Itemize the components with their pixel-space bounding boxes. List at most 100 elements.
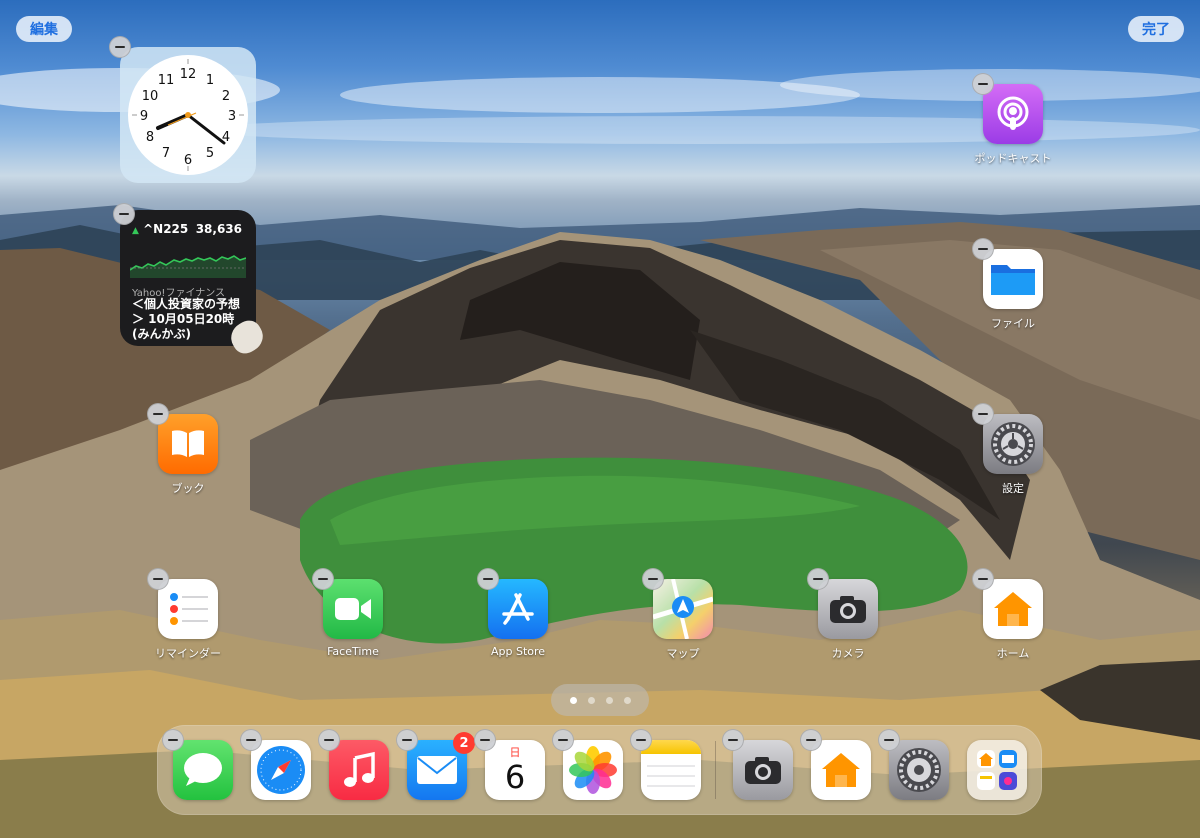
camera-icon xyxy=(818,579,878,639)
clock-hour-hand xyxy=(156,113,190,130)
remove-dock-camera-button[interactable] xyxy=(722,729,744,751)
remove-books-button[interactable] xyxy=(147,403,169,425)
remove-reminders-button[interactable] xyxy=(147,568,169,590)
app-settings[interactable]: 設定 xyxy=(972,403,1043,495)
app-podcasts[interactable]: ポッドキャスト xyxy=(972,73,1052,165)
remove-photos-button[interactable] xyxy=(552,729,574,751)
dock-notes[interactable] xyxy=(630,729,701,800)
app-label-reminders: リマインダー xyxy=(155,647,221,660)
remove-music-button[interactable] xyxy=(318,729,340,751)
remove-dock-settings-button[interactable] xyxy=(878,729,900,751)
up-triangle-icon: ▲ xyxy=(132,226,139,236)
remove-notes-button[interactable] xyxy=(630,729,652,751)
clock-number-3: 3 xyxy=(228,109,236,124)
app-reminders[interactable]: リマインダー xyxy=(147,568,221,660)
dock-camera[interactable] xyxy=(722,729,793,800)
app-label-podcasts: ポッドキャスト xyxy=(974,152,1052,165)
dock-photos[interactable] xyxy=(552,729,623,800)
app-label-camera: カメラ xyxy=(831,647,865,660)
app-app-store[interactable]: App Store xyxy=(477,568,548,658)
mail-unread-badge: 2 xyxy=(453,732,475,754)
dock-messages[interactable] xyxy=(162,729,233,800)
dock-settings[interactable] xyxy=(878,729,949,800)
remove-stocks-widget-button[interactable] xyxy=(113,203,135,225)
compass-icon xyxy=(251,740,311,800)
app-store-icon xyxy=(488,579,548,639)
notes-icon xyxy=(641,740,701,800)
app-home[interactable]: ホーム xyxy=(972,568,1043,660)
clock-number-2: 2 xyxy=(222,89,230,104)
clock-number-12: 12 xyxy=(180,67,197,82)
stock-symbol-text: ^N225 xyxy=(143,222,189,236)
dock-music[interactable] xyxy=(318,729,389,800)
message-bubble-icon xyxy=(173,740,233,800)
remove-camera-button[interactable] xyxy=(807,568,829,590)
gear-icon xyxy=(983,414,1043,474)
app-label-books: ブック xyxy=(171,482,205,495)
app-label-facetime: FaceTime xyxy=(327,645,379,658)
dock-home[interactable] xyxy=(800,729,871,800)
house-icon xyxy=(811,740,871,800)
app-files[interactable]: ファイル xyxy=(972,238,1043,330)
remove-dock-home-button[interactable] xyxy=(800,729,822,751)
clock-number-10: 10 xyxy=(142,89,159,104)
remove-calendar-button[interactable] xyxy=(474,729,496,751)
edit-button[interactable]: 編集 xyxy=(16,16,72,42)
page-dot-1[interactable] xyxy=(569,696,577,704)
clock-number-1: 1 xyxy=(206,73,214,88)
remove-mail-button[interactable] xyxy=(396,729,418,751)
map-icon xyxy=(653,579,713,639)
remove-files-button[interactable] xyxy=(972,238,994,260)
dock: 2 日 6 xyxy=(157,725,1042,815)
clock-widget[interactable]: 12 1 2 3 4 5 6 7 8 9 10 11 xyxy=(109,36,256,183)
calendar-day: 6 xyxy=(504,758,526,796)
stock-sparkline xyxy=(130,255,246,278)
remove-home-button[interactable] xyxy=(972,568,994,590)
app-label-files: ファイル xyxy=(991,317,1035,330)
camera-icon xyxy=(733,740,793,800)
clock-number-11: 11 xyxy=(158,73,175,88)
app-camera[interactable]: カメラ xyxy=(807,568,878,660)
app-books[interactable]: ブック xyxy=(147,403,218,495)
app-facetime[interactable]: FaceTime xyxy=(312,568,383,658)
done-button-label: 完了 xyxy=(1142,22,1170,38)
list-icon xyxy=(158,579,218,639)
podcasts-icon xyxy=(983,84,1043,144)
gear-icon xyxy=(889,740,949,800)
clock-number-9: 9 xyxy=(140,109,148,124)
remove-settings-button[interactable] xyxy=(972,403,994,425)
music-note-icon xyxy=(329,740,389,800)
clock-number-7: 7 xyxy=(162,146,170,161)
dock-separator xyxy=(715,741,716,799)
stock-value: 38,636 xyxy=(195,222,242,236)
page-dot-2[interactable] xyxy=(587,696,595,704)
house-icon xyxy=(983,579,1043,639)
clock-number-6: 6 xyxy=(184,153,192,168)
clock-number-5: 5 xyxy=(206,146,214,161)
app-label-settings: 設定 xyxy=(1002,482,1024,495)
page-dot-3[interactable] xyxy=(605,696,613,704)
page-indicator[interactable] xyxy=(551,684,649,716)
done-button[interactable]: 完了 xyxy=(1128,16,1184,42)
dock-mail[interactable]: 2 xyxy=(396,729,475,800)
app-label-app-store: App Store xyxy=(490,645,546,658)
remove-facetime-button[interactable] xyxy=(312,568,334,590)
stock-symbol: ▲ ^N225 xyxy=(132,222,188,236)
dock-app-library[interactable] xyxy=(967,740,1027,800)
remove-messages-button[interactable] xyxy=(162,729,184,751)
dock-calendar[interactable]: 日 6 xyxy=(474,729,545,800)
remove-podcasts-button[interactable] xyxy=(972,73,994,95)
clock-face: 12 1 2 3 4 5 6 7 8 9 10 11 xyxy=(128,55,248,175)
remove-app-store-button[interactable] xyxy=(477,568,499,590)
dock-safari[interactable] xyxy=(240,729,311,800)
book-icon xyxy=(158,414,218,474)
edit-button-label: 編集 xyxy=(30,22,58,38)
app-label-maps: マップ xyxy=(666,647,700,660)
photos-flower-icon xyxy=(563,740,623,800)
clock-minute-hand xyxy=(186,113,226,145)
clock-number-8: 8 xyxy=(146,130,154,145)
app-maps[interactable]: マップ xyxy=(642,568,713,660)
remove-safari-button[interactable] xyxy=(240,729,262,751)
page-dot-4[interactable] xyxy=(623,696,631,704)
remove-maps-button[interactable] xyxy=(642,568,664,590)
